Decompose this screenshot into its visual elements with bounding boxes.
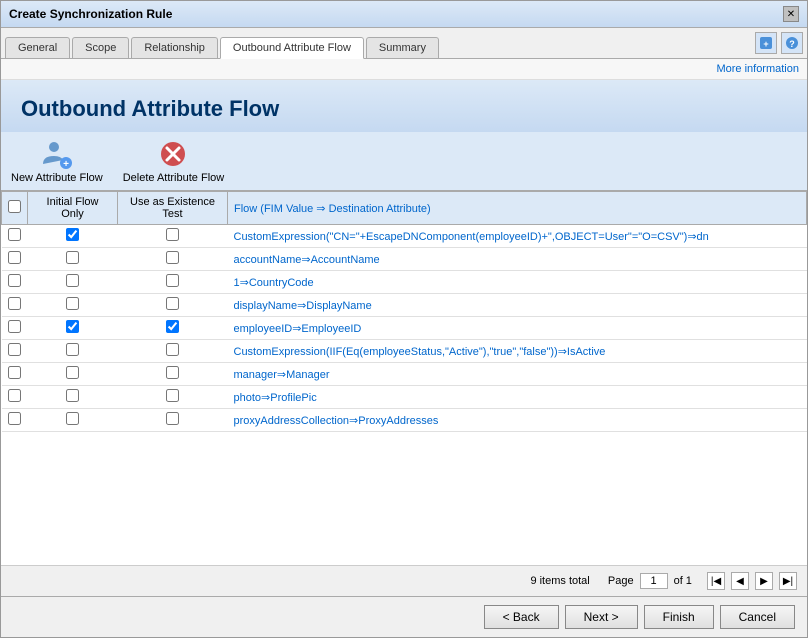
- next-page-button[interactable]: ▶: [755, 572, 773, 590]
- existence-test-checkbox[interactable]: [166, 228, 179, 241]
- close-button[interactable]: ✕: [783, 6, 799, 22]
- items-total: 9 items total: [530, 575, 589, 587]
- table-row: employeeID⇒EmployeeID: [2, 317, 807, 340]
- table-row: accountName⇒AccountName: [2, 248, 807, 271]
- flow-value: CustomExpression("CN="+EscapeDNComponent…: [228, 225, 807, 248]
- existence-test-checkbox[interactable]: [166, 343, 179, 356]
- existence-test-checkbox[interactable]: [166, 366, 179, 379]
- tab-general[interactable]: General: [5, 37, 70, 58]
- new-attribute-icon: +: [41, 138, 73, 170]
- table-header-row: Initial Flow Only Use as Existence Test …: [2, 192, 807, 225]
- content-area: More information Outbound Attribute Flow…: [1, 59, 807, 596]
- flow-value: proxyAddressCollection⇒ProxyAddresses: [228, 409, 807, 432]
- table-row: 1⇒CountryCode: [2, 271, 807, 294]
- tab-relationship[interactable]: Relationship: [131, 37, 218, 58]
- header-initial-flow: Initial Flow Only: [28, 192, 118, 225]
- existence-test-checkbox[interactable]: [166, 297, 179, 310]
- page-label: Page: [608, 575, 634, 587]
- tabs: General Scope Relationship Outbound Attr…: [5, 37, 439, 58]
- back-button[interactable]: < Back: [484, 605, 559, 629]
- flow-value: CustomExpression(IIF(Eq(employeeStatus,"…: [228, 340, 807, 363]
- tab-icons: + ?: [755, 32, 803, 58]
- table-row: CustomExpression("CN="+EscapeDNComponent…: [2, 225, 807, 248]
- initial-flow-checkbox[interactable]: [66, 251, 79, 264]
- row-select-checkbox[interactable]: [8, 274, 21, 287]
- row-select-checkbox[interactable]: [8, 366, 21, 379]
- row-select-checkbox[interactable]: [8, 228, 21, 241]
- finish-button[interactable]: Finish: [644, 605, 714, 629]
- page-title: Outbound Attribute Flow: [21, 96, 787, 122]
- existence-test-checkbox[interactable]: [166, 320, 179, 333]
- initial-flow-checkbox[interactable]: [66, 228, 79, 241]
- row-select-checkbox[interactable]: [8, 343, 21, 356]
- new-attribute-flow-button[interactable]: + New Attribute Flow: [11, 138, 103, 184]
- existence-test-checkbox[interactable]: [166, 274, 179, 287]
- toolbar: + New Attribute Flow Delete Attribute Fl…: [1, 132, 807, 191]
- prev-page-button[interactable]: ◀: [731, 572, 749, 590]
- select-all-checkbox[interactable]: [8, 200, 21, 213]
- table-row: manager⇒Manager: [2, 363, 807, 386]
- existence-test-checkbox[interactable]: [166, 251, 179, 264]
- tab-bar: General Scope Relationship Outbound Attr…: [1, 28, 807, 59]
- flow-value: photo⇒ProfilePic: [228, 386, 807, 409]
- existence-test-checkbox[interactable]: [166, 389, 179, 402]
- tab-scope[interactable]: Scope: [72, 37, 129, 58]
- initial-flow-checkbox[interactable]: [66, 297, 79, 310]
- tab-outbound[interactable]: Outbound Attribute Flow: [220, 37, 364, 59]
- table-row: CustomExpression(IIF(Eq(employeeStatus,"…: [2, 340, 807, 363]
- page-of-label: of 1: [674, 575, 692, 587]
- row-select-checkbox[interactable]: [8, 320, 21, 333]
- more-info-link[interactable]: More information: [1, 59, 807, 80]
- row-select-checkbox[interactable]: [8, 251, 21, 264]
- delete-attribute-icon: [157, 138, 189, 170]
- table-row: photo⇒ProfilePic: [2, 386, 807, 409]
- new-attribute-label: New Attribute Flow: [11, 172, 103, 184]
- first-page-button[interactable]: |◀: [707, 572, 725, 590]
- attribute-flow-table: Initial Flow Only Use as Existence Test …: [1, 191, 807, 432]
- table-row: displayName⇒DisplayName: [2, 294, 807, 317]
- svg-text:?: ?: [789, 39, 795, 49]
- table-area: Initial Flow Only Use as Existence Test …: [1, 191, 807, 565]
- tab-summary[interactable]: Summary: [366, 37, 439, 58]
- existence-test-checkbox[interactable]: [166, 412, 179, 425]
- header-flow: Flow (FIM Value ⇒ Destination Attribute): [228, 192, 807, 225]
- page-header: Outbound Attribute Flow: [1, 80, 807, 132]
- delete-attribute-flow-button[interactable]: Delete Attribute Flow: [123, 138, 225, 184]
- flow-value: displayName⇒DisplayName: [228, 294, 807, 317]
- header-select-all[interactable]: [2, 192, 28, 225]
- last-page-button[interactable]: ▶|: [779, 572, 797, 590]
- page-number-input[interactable]: [640, 573, 668, 589]
- svg-text:+: +: [63, 159, 69, 170]
- bottom-bar: < Back Next > Finish Cancel: [1, 596, 807, 637]
- pagination-bar: 9 items total Page of 1 |◀ ◀ ▶ ▶|: [1, 565, 807, 596]
- header-existence-test: Use as Existence Test: [118, 192, 228, 225]
- row-select-checkbox[interactable]: [8, 297, 21, 310]
- flow-value: employeeID⇒EmployeeID: [228, 317, 807, 340]
- initial-flow-checkbox[interactable]: [66, 274, 79, 287]
- main-window: Create Synchronization Rule ✕ General Sc…: [0, 0, 808, 638]
- flow-value: accountName⇒AccountName: [228, 248, 807, 271]
- initial-flow-checkbox[interactable]: [66, 389, 79, 402]
- next-button[interactable]: Next >: [565, 605, 638, 629]
- delete-attribute-label: Delete Attribute Flow: [123, 172, 225, 184]
- flow-value: manager⇒Manager: [228, 363, 807, 386]
- table-row: proxyAddressCollection⇒ProxyAddresses: [2, 409, 807, 432]
- help-icon[interactable]: ?: [781, 32, 803, 54]
- title-bar: Create Synchronization Rule ✕: [1, 1, 807, 28]
- window-title: Create Synchronization Rule: [9, 7, 172, 21]
- cancel-button[interactable]: Cancel: [720, 605, 795, 629]
- svg-text:+: +: [763, 39, 768, 49]
- row-select-checkbox[interactable]: [8, 389, 21, 402]
- flow-value: 1⇒CountryCode: [228, 271, 807, 294]
- initial-flow-checkbox[interactable]: [66, 366, 79, 379]
- row-select-checkbox[interactable]: [8, 412, 21, 425]
- initial-flow-checkbox[interactable]: [66, 412, 79, 425]
- initial-flow-checkbox[interactable]: [66, 320, 79, 333]
- help-extra-icon[interactable]: +: [755, 32, 777, 54]
- initial-flow-checkbox[interactable]: [66, 343, 79, 356]
